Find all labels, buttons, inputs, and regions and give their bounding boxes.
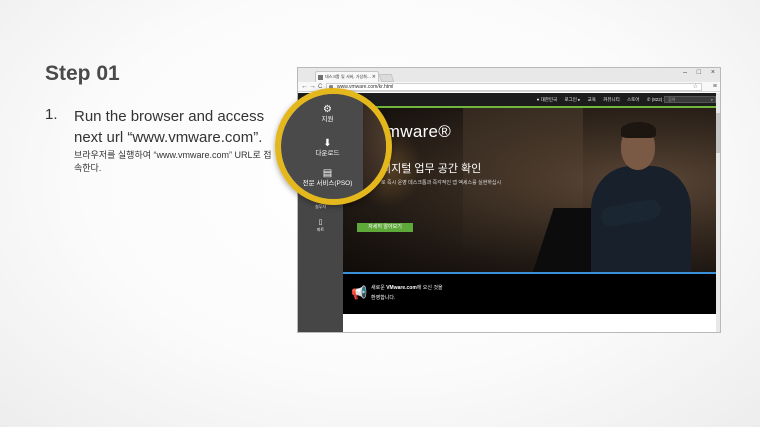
- document-icon: ▯: [318, 219, 323, 226]
- promo-banner: 📢 새로운 VMware.com에 오신 것을 환영합니다.: [343, 274, 720, 314]
- address-bar: ← → C www.vmware.com/kr.html ☆ ≡: [298, 82, 720, 92]
- maximize-button[interactable]: □: [697, 68, 701, 77]
- tab-close-icon[interactable]: ×: [372, 72, 376, 82]
- site-search-input[interactable]: 검색 ⌕: [664, 96, 716, 103]
- search-icon[interactable]: ⌕: [711, 97, 713, 103]
- learn-more-button[interactable]: 자세히 알아보기: [357, 223, 413, 232]
- callout-magnifier: ⚙ 지원 ⬇ 다운로드 ▤ 전문 서비스(PSO): [275, 88, 392, 205]
- tab-favicon-icon: [318, 75, 323, 80]
- site-search-placeholder: 검색: [668, 97, 676, 102]
- sidebar-item-partner[interactable]: ▯ 파트: [298, 219, 343, 233]
- url-input[interactable]: www.vmware.com/kr.html ☆: [326, 83, 702, 91]
- sidebar-item-label: 파트: [316, 227, 325, 232]
- promo-text: 새로운 VMware.com에 오신 것을 환영합니다.: [371, 283, 443, 303]
- bookmark-star-icon[interactable]: ☆: [693, 84, 698, 91]
- top-nav-links: ● 대한민국 로그인 ▸ 교육 커뮤니티 스토어 ✆ (822) 3016-65…: [531, 93, 685, 106]
- promo-line-1: 새로운 VMware.com에 오신 것을: [371, 283, 443, 293]
- tab-bar: 데스크톱 및 서버, 가상화… × – □ ×: [298, 68, 720, 82]
- step-instruction-ko: 브라우저를 실행하여 “www.vmware.com” URL로 접속한다.: [74, 150, 272, 173]
- browser-menu-icon[interactable]: ≡: [713, 82, 717, 92]
- hero-title: 디지털 업무 공간 확인: [381, 163, 482, 175]
- gear-icon: ⚙: [323, 104, 332, 115]
- nav-link-login[interactable]: 로그인 ▸: [564, 97, 580, 102]
- promo-line-1-brand: VMware.com: [386, 285, 417, 291]
- close-window-button[interactable]: ×: [711, 68, 715, 77]
- hero-person-hair: [621, 122, 656, 138]
- new-tab-button[interactable]: [378, 74, 395, 82]
- promo-line-2: 환영합니다.: [371, 295, 396, 301]
- page-scrollbar[interactable]: [716, 93, 720, 332]
- callout-label: 지원: [321, 116, 334, 123]
- hero-subtitle: 로 즉시 운영 데스크톱과 즉각적인 앱 액세스를 실현하십시: [381, 180, 502, 186]
- callout-item-support: ⚙ 지원: [281, 104, 380, 124]
- browser-tab[interactable]: 데스크톱 및 서버, 가상화… ×: [315, 71, 379, 82]
- nav-link-store[interactable]: 스토어: [627, 97, 639, 102]
- nav-link-country[interactable]: ● 대한민국: [537, 97, 558, 102]
- slide-title: Step 01: [45, 62, 120, 85]
- scroll-thumb[interactable]: [716, 113, 720, 153]
- megaphone-icon: 📢: [351, 285, 368, 300]
- callout-label: 다운로드: [315, 150, 340, 157]
- page-footer-strip: [343, 314, 720, 332]
- nav-link-community[interactable]: 커뮤니티: [603, 97, 620, 102]
- minimize-button[interactable]: –: [683, 68, 687, 77]
- callout-item-pso: ▤ 전문 서비스(PSO): [281, 168, 380, 188]
- promo-line-1-post: 에 오신 것을: [416, 285, 443, 291]
- callout-item-download: ⬇ 다운로드: [281, 138, 380, 158]
- download-icon: ⬇: [323, 138, 332, 149]
- nav-link-education[interactable]: 교육: [588, 97, 596, 102]
- tab-title: 데스크톱 및 서버, 가상화…: [325, 74, 371, 79]
- promo-line-1-pre: 새로운: [371, 285, 387, 291]
- step-instruction: Run the browser and access next url “www…: [74, 108, 265, 146]
- briefcase-icon: ▤: [322, 168, 333, 179]
- hero-banner: vmware® 디지털 업무 공간 확인 로 즉시 운영 데스크톱과 즉각적인 …: [343, 108, 720, 272]
- callout-label: 전문 서비스(PSO): [302, 180, 353, 187]
- back-button[interactable]: ←: [301, 82, 308, 92]
- step-number: 1.: [45, 106, 58, 123]
